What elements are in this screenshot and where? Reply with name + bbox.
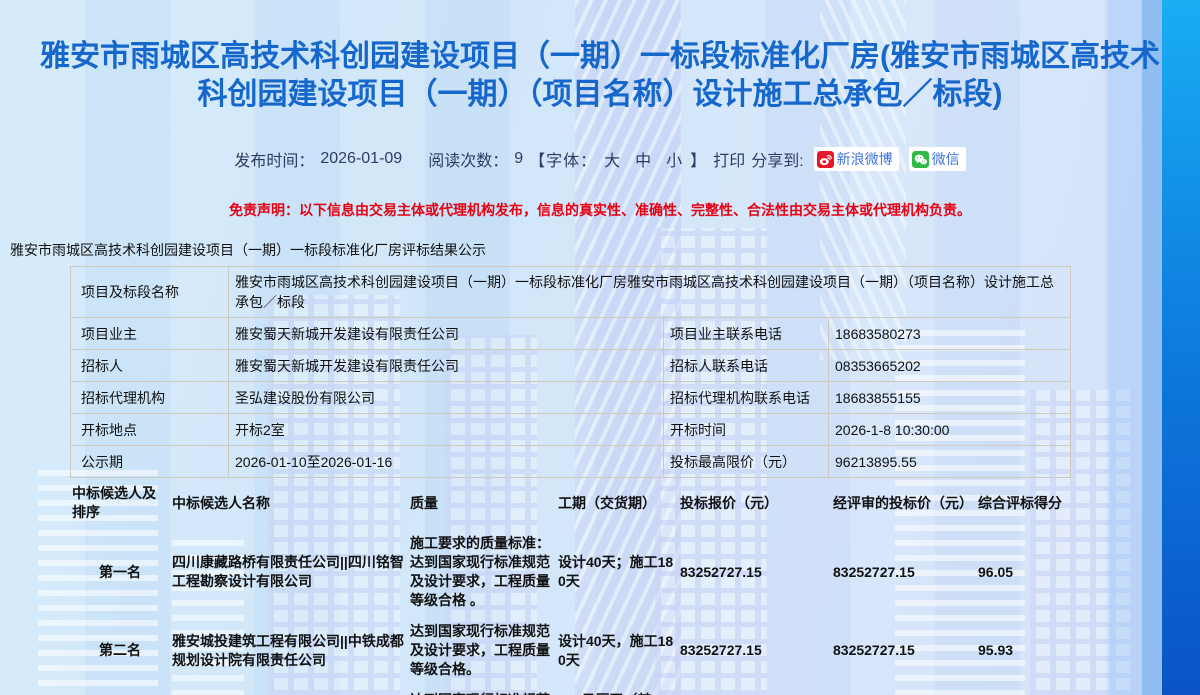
candidate-rank: 第二名 <box>70 616 170 685</box>
share-weibo-label: 新浪微博 <box>837 149 893 169</box>
candidates-header-row: 中标候选人及排序 中标候选人名称 质量 工期（交货期） 投标报价（元） 经评审的… <box>70 478 1070 528</box>
candidate-period: 设计40天，施工180天 <box>556 616 678 685</box>
candidate-name: 新疆兵团城建集团有限公司||中船第九设计研究院工程有限公司 <box>170 685 408 695</box>
table-row: 项目及标段名称 雅安市雨城区高技术科创园建设项目（一期）一标段标准化厂房雅安市雨… <box>71 267 1071 318</box>
open-time-value: 2026-1-8 10:30:00 <box>829 414 1071 446</box>
print-link[interactable]: 打印 <box>713 147 745 171</box>
publish-time-value: 2026-01-09 <box>320 150 402 168</box>
publicity-period-value: 2026-01-10至2026-01-16 <box>229 446 664 478</box>
tenderer-label: 招标人 <box>71 350 229 382</box>
font-label-end: 】 <box>690 153 707 170</box>
candidate-evaluated-price: 83252727.18 <box>831 685 976 695</box>
font-size-large-link[interactable]: 大 <box>604 153 621 170</box>
font-label-start: 【字体： <box>529 153 597 170</box>
candidate-score: 95.93 <box>976 616 1070 685</box>
candidate-quality: 达到国家现行标准规范及设计要求，工程质量等级合格 <box>408 685 556 695</box>
candidate-name: 四川康藏路桥有限责任公司||四川铭智工程勘察设计有限公司 <box>170 528 408 616</box>
header-bid-price: 投标报价（元） <box>678 478 831 528</box>
wechat-icon <box>912 151 929 168</box>
header-rank: 中标候选人及排序 <box>70 478 170 528</box>
max-price-value: 96213895.55 <box>829 446 1071 478</box>
project-name-value: 雅安市雨城区高技术科创园建设项目（一期）一标段标准化厂房雅安市雨城区高技术科创园… <box>229 267 1071 318</box>
disclaimer-text: 免责声明：以下信息由交易主体或代理机构发布，信息的真实性、准确性、完整性、合法性… <box>0 200 1200 220</box>
owner-label: 项目业主 <box>71 318 229 350</box>
share-wechat-label: 微信 <box>932 149 960 169</box>
agency-phone-value: 18683855155 <box>829 382 1071 414</box>
header-score: 综合评标得分 <box>976 478 1070 528</box>
owner-phone-label: 项目业主联系电话 <box>664 318 829 350</box>
candidate-bid-price: 83252727.15 <box>678 528 831 616</box>
header-evaluated-price: 经评审的投标价（元） <box>831 478 976 528</box>
views-label: 阅读次数： <box>428 147 508 171</box>
candidate-rank: 第一名 <box>70 528 170 616</box>
owner-value: 雅安蜀天新城开发建设有限责任公司 <box>229 318 664 350</box>
max-price-label: 投标最高限价（元） <box>664 446 829 478</box>
header-period: 工期（交货期） <box>556 478 678 528</box>
table-row: 项目业主 雅安蜀天新城开发建设有限责任公司 项目业主联系电话 186835802… <box>71 318 1071 350</box>
candidate-score: 96.05 <box>976 528 1070 616</box>
candidate-quality: 施工要求的质量标准：达到国家现行标准规范及设计要求，工程质量等级合格 。 <box>408 528 556 616</box>
candidate-name: 雅安城投建筑工程有限公司||中铁成都规划设计院有限责任公司 <box>170 616 408 685</box>
candidate-row-2: 第二名 雅安城投建筑工程有限公司||中铁成都规划设计院有限责任公司 达到国家现行… <box>70 616 1070 685</box>
share-label: 分享到: <box>751 147 803 171</box>
bid-result-page: { "page": { "title": "雅安市雨城区高技术科创园建设项目（一… <box>0 0 1200 695</box>
header-candidate-name: 中标候选人名称 <box>170 478 408 528</box>
candidate-period: 220日历天（其中：设计40天，施工180天) <box>556 685 678 695</box>
agency-value: 圣弘建设股份有限公司 <box>229 382 664 414</box>
table-row: 公示期 2026-01-10至2026-01-16 投标最高限价（元） 9621… <box>71 446 1071 478</box>
main-content: 雅安市雨城区高技术科创园建设项目（一期）一标段标准化厂房(雅安市雨城区高技术科创… <box>0 0 1200 695</box>
candidate-evaluated-price: 83252727.15 <box>831 528 976 616</box>
tenderer-value: 雅安蜀天新城开发建设有限责任公司 <box>229 350 664 382</box>
table-row: 开标地点 开标2室 开标时间 2026-1-8 10:30:00 <box>71 414 1071 446</box>
candidate-bid-price: 83252727.18 <box>678 685 831 695</box>
publish-time-label: 发布时间： <box>234 147 314 171</box>
project-name-label: 项目及标段名称 <box>71 267 229 318</box>
tenderer-phone-value: 08353665202 <box>829 350 1071 382</box>
project-info-table: 项目及标段名称 雅安市雨城区高技术科创园建设项目（一期）一标段标准化厂房雅安市雨… <box>70 266 1071 478</box>
table-row: 招标人 雅安蜀天新城开发建设有限责任公司 招标人联系电话 08353665202 <box>71 350 1071 382</box>
page-title: 雅安市雨城区高技术科创园建设项目（一期）一标段标准化厂房(雅安市雨城区高技术科创… <box>30 0 1170 114</box>
open-place-value: 开标2室 <box>229 414 664 446</box>
share-weibo-button[interactable]: 新浪微博 <box>814 147 899 171</box>
agency-label: 招标代理机构 <box>71 382 229 414</box>
open-place-label: 开标地点 <box>71 414 229 446</box>
views-count: 9 <box>514 150 523 168</box>
candidate-row-1: 第一名 四川康藏路桥有限责任公司||四川铭智工程勘察设计有限公司 施工要求的质量… <box>70 528 1070 616</box>
candidate-bid-price: 83252727.15 <box>678 616 831 685</box>
candidates-table: 中标候选人及排序 中标候选人名称 质量 工期（交货期） 投标报价（元） 经评审的… <box>70 478 1070 695</box>
candidate-period: 设计40天；施工180天 <box>556 528 678 616</box>
font-size-small-link[interactable]: 小 <box>666 153 683 170</box>
share-wechat-button[interactable]: 微信 <box>909 147 966 171</box>
candidate-score: 95.75 <box>976 685 1070 695</box>
publicity-period-label: 公示期 <box>71 446 229 478</box>
tenderer-phone-label: 招标人联系电话 <box>664 350 829 382</box>
font-size-medium-link[interactable]: 中 <box>635 153 652 170</box>
result-announcement-title: 雅安市雨城区高技术科创园建设项目（一期）一标段标准化厂房评标结果公示 <box>10 240 1200 260</box>
font-size-switcher: 【字体： 大中小】 <box>529 147 707 171</box>
meta-bar: 发布时间：2026-01-09 阅读次数：9 【字体：大中小】 打印 分享到: … <box>0 147 1200 171</box>
candidate-row-3: 第三名 新疆兵团城建集团有限公司||中船第九设计研究院工程有限公司 达到国家现行… <box>70 685 1070 695</box>
owner-phone-value: 18683580273 <box>829 318 1071 350</box>
table-row: 招标代理机构 圣弘建设股份有限公司 招标代理机构联系电话 18683855155 <box>71 382 1071 414</box>
candidate-evaluated-price: 83252727.15 <box>831 616 976 685</box>
candidate-rank: 第三名 <box>70 685 170 695</box>
agency-phone-label: 招标代理机构联系电话 <box>664 382 829 414</box>
candidate-quality: 达到国家现行标准规范及设计要求，工程质量等级合格。 <box>408 616 556 685</box>
weibo-icon <box>817 151 834 168</box>
header-quality: 质量 <box>408 478 556 528</box>
open-time-label: 开标时间 <box>664 414 829 446</box>
